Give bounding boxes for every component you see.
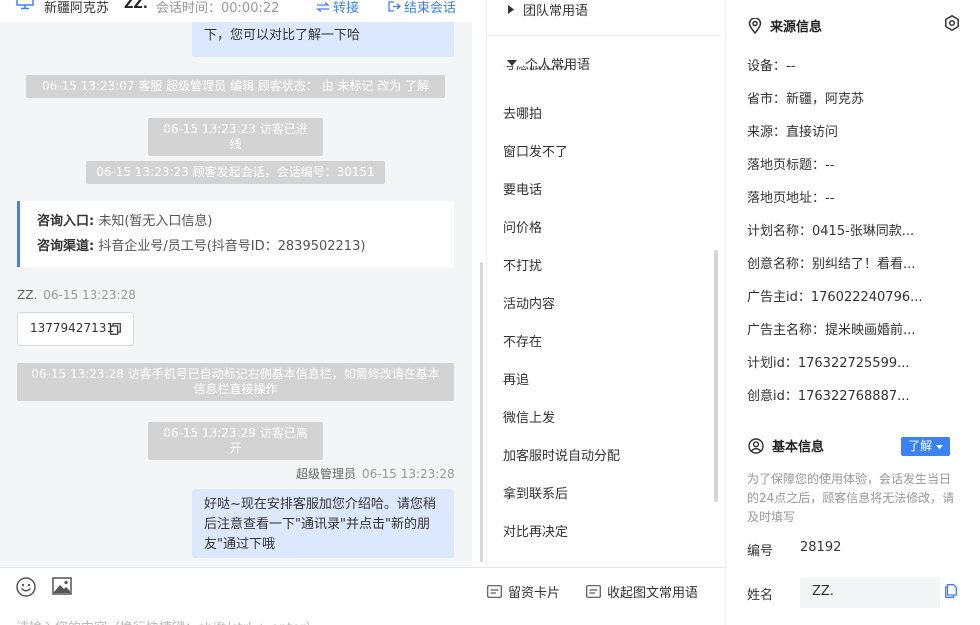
caret-right-icon (508, 5, 514, 14)
basic-info-header: 基本信息 (748, 436, 824, 455)
customer-id-value: 28192 (800, 540, 842, 555)
phrase-item[interactable]: 加客服时说自动分配 (503, 445, 620, 464)
user-icon (748, 437, 764, 454)
source-info-header: 来源信息 (748, 16, 822, 35)
customer-status-dropdown[interactable]: 了解 (901, 437, 950, 456)
chat-header: 新疆阿克苏 ZZ. 会话时间：00:00:22 转接 结束会话 (0, 0, 472, 22)
collapse-phrases-label: 收起图文常用语 (607, 586, 699, 601)
copy-icon[interactable] (945, 584, 957, 598)
customer-name-label: 姓名 (747, 588, 774, 603)
copy-icon[interactable] (110, 323, 121, 335)
province-field: 省市：新疆，阿克苏 (747, 92, 865, 107)
creative-name-field: 创意名称：别纠结了！看看... (747, 257, 916, 272)
card-icon (487, 585, 502, 598)
system-message: 06-15 13:23:29 访客已离开 (148, 422, 323, 460)
message-input[interactable]: 请输入您的内容（换行快捷键：shift/ctrl + enter） (16, 617, 319, 625)
agent-message-bubble: 好哒~现在安排客服加您介绍哈。请您稍后注意查看一下"通讯录"并点击"新的朋友"通… (192, 489, 454, 558)
device-field: 设备：-- (747, 59, 796, 74)
team-phrases-group[interactable]: 团队常用语 (507, 0, 588, 19)
customer-status-value: 了解 (908, 439, 933, 453)
advertiser-name-field: 广告主名称：提米映画婚前... (747, 323, 916, 338)
creative-id-field: 创意id：176322768887... (747, 389, 910, 404)
visitor-message-time: 06-15 13:23:28 (43, 288, 136, 302)
system-message: 06-15 13:23:28 访客手机号已自动标记右侧基本信息栏，如需修改请在基… (17, 363, 454, 401)
exit-icon (388, 1, 401, 12)
image-icon[interactable] (52, 577, 72, 595)
quick-phrases-panel: 团队常用语 个人常用语 考虑旅拍吗? 去哪拍窗口发不了要电话问价格不打扰活动内容… (486, 0, 722, 567)
message-input-area: 留资卡片 收起图文常用语 请输入您的内容（换行快捷键：shift/ctrl + … (0, 567, 725, 625)
phrase-item[interactable]: 不存在 (503, 331, 542, 350)
customer-id-label: 编号 (747, 544, 774, 559)
plan-name-field: 计划名称：0415-张琳同款... (747, 224, 915, 239)
system-message: 06-15 13:23:23 访客已进线 (148, 118, 323, 156)
customer-name-input[interactable]: ZZ. (800, 577, 940, 608)
consult-entry-row: 咨询入口: 未知(暂无入口信息) (37, 209, 454, 234)
basic-info-title: 基本信息 (772, 440, 825, 455)
phrase-item[interactable]: 活动内容 (503, 293, 555, 312)
phrase-item[interactable]: 对比再决定 (503, 521, 568, 540)
phrase-item[interactable]: 不打扰 (503, 255, 542, 274)
agent-name: 超级管理员 (296, 467, 357, 481)
phrase-item[interactable]: 去哪拍 (503, 103, 542, 122)
chevron-down-icon (935, 445, 943, 450)
system-message: 06-15 13:23:07 客服 超级管理员 编辑 顾客状态： 由 未标记 改… (26, 75, 445, 98)
edit-notice: 为了保障您的使用体验，会话发生当日的24点之后，顾客信息将无法修改，请及时填写 (747, 472, 955, 524)
end-session-label: 结束会话 (404, 1, 457, 16)
source-info-title: 来源信息 (770, 20, 823, 35)
transfer-button[interactable]: 转接 (316, 0, 359, 16)
chat-messages[interactable]: 下，您可以对比了解一下哈 06-15 13:23:07 客服 超级管理员 编辑 … (0, 22, 472, 567)
phrase-item[interactable]: 考虑旅拍吗? (503, 66, 575, 80)
end-session-button[interactable]: 结束会话 (388, 0, 456, 16)
transfer-icon (316, 1, 330, 12)
consult-entry-value: 未知(暂无入口信息) (94, 214, 213, 229)
phrase-item[interactable]: 微信上发 (503, 407, 555, 426)
phrases-scrollbar[interactable] (714, 250, 718, 502)
message-icon (586, 585, 601, 598)
agent-message-meta: 超级管理员 06-15 13:23:28 (296, 465, 455, 482)
transfer-label: 转接 (333, 1, 360, 16)
system-message: 06-15 13:23:23 顾客发起会话，会话编号：30151 (86, 161, 385, 184)
visitor-phone-message[interactable]: 13779427131 (17, 312, 134, 346)
phrase-item[interactable]: 再追 (503, 369, 529, 388)
emoji-icon[interactable] (16, 577, 36, 597)
team-phrases-label: 团队常用语 (523, 4, 589, 19)
collapse-phrases-button[interactable]: 收起图文常用语 (586, 582, 698, 601)
agent-message-bubble: 下，您可以对比了解一下哈 (192, 22, 454, 57)
lead-card-label: 留资卡片 (508, 586, 561, 601)
visitor-phone: 13779427131 (30, 321, 114, 335)
consult-channel-row: 咨询渠道: 抖音企业号/员工号(抖音号ID：2839502213) (37, 234, 454, 259)
phrase-item[interactable]: 拿到联系后 (503, 483, 568, 502)
visitor-message-meta: ZZ. 06-15 13:23:28 (17, 288, 136, 302)
consult-channel-value: 抖音企业号/员工号(抖音号ID：2839502213) (94, 239, 366, 254)
consult-info-card: 咨询入口: 未知(暂无入口信息) 咨询渠道: 抖音企业号/员工号(抖音号ID：2… (17, 201, 454, 267)
consult-channel-label: 咨询渠道: (37, 239, 95, 254)
settings-icon[interactable] (944, 15, 960, 31)
phrase-item[interactable]: 问价格 (503, 217, 542, 236)
plan-id-field: 计划id：176322725599... (747, 356, 910, 371)
customer-nickname: ZZ. (124, 0, 148, 12)
session-time: 会话时间：00:00:22 (156, 1, 280, 16)
advertiser-id-field: 广告主id：176022240796... (747, 290, 923, 305)
landing-title-field: 落地页标题：-- (747, 158, 835, 173)
chat-scrollbar[interactable] (480, 262, 483, 562)
lead-card-button[interactable]: 留资卡片 (487, 582, 560, 601)
location-icon (748, 17, 762, 34)
phrase-item[interactable]: 窗口发不了 (503, 141, 568, 160)
customer-region: 新疆阿克苏 (44, 1, 110, 16)
phrase-item[interactable]: 要电话 (503, 179, 542, 198)
visitor-name: ZZ. (17, 288, 38, 302)
agent-message-time: 06-15 13:23:28 (362, 467, 455, 481)
consult-entry-label: 咨询入口: (37, 214, 95, 229)
landing-url-field: 落地页地址：-- (747, 191, 835, 206)
monitor-icon (16, 0, 34, 10)
customer-info-panel: 来源信息 设备：-- 省市：新疆，阿克苏 来源：直接访问 落地页标题：-- 落地… (725, 0, 980, 625)
divider (487, 35, 722, 36)
source-field: 来源：直接访问 (747, 125, 839, 140)
